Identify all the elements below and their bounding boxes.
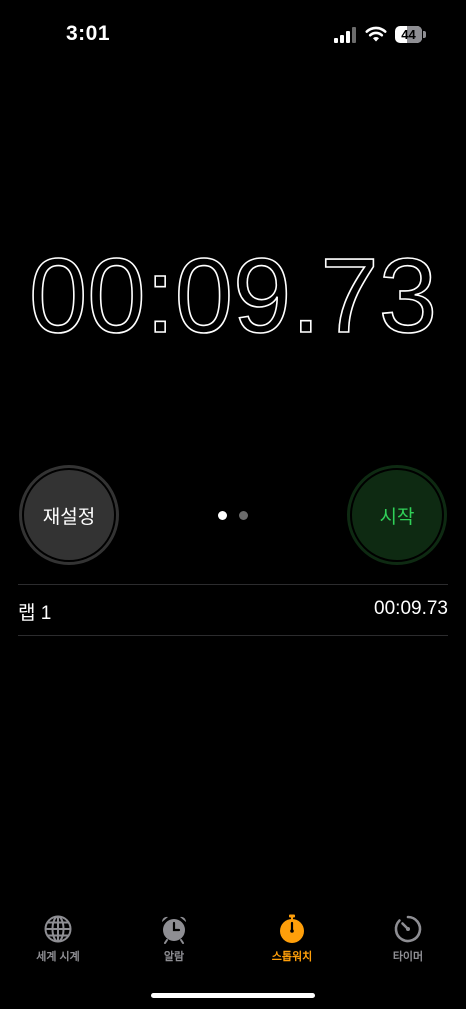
battery-level: 44: [401, 27, 416, 42]
alarm-clock-icon: [161, 916, 187, 944]
tab-stopwatch-label: 스톱워치: [271, 951, 313, 963]
stopwatch-display: 00:09.73: [0, 232, 466, 352]
lap-divider: [18, 635, 448, 636]
cellular-signal-icon: [334, 27, 356, 43]
lap-list: 랩 1 00:09.73: [18, 584, 448, 636]
status-bar: 3:01 44: [0, 0, 466, 70]
start-button-label: 시작: [379, 506, 415, 528]
tab-world-clock[interactable]: 세계 시계: [8, 910, 108, 970]
home-indicator[interactable]: [151, 993, 315, 998]
tab-alarm-label: 알람: [163, 951, 185, 963]
tab-alarm[interactable]: 알람: [124, 910, 224, 970]
status-time: 3:01: [66, 22, 111, 45]
tab-world-clock-label: 세계 시계: [36, 951, 80, 963]
timer-icon: [394, 915, 422, 943]
page-indicator[interactable]: [218, 511, 250, 521]
stopwatch-icon: [280, 914, 304, 943]
tab-timer-label: 타이머: [392, 951, 424, 963]
tab-timer[interactable]: 타이머: [358, 910, 458, 970]
lap-time: 00:09.73: [374, 598, 448, 619]
start-button[interactable]: 시작: [347, 465, 447, 565]
tab-bar: 세계 시계 알람 스톱워치 타이머: [0, 910, 466, 970]
reset-button[interactable]: 재설정: [19, 465, 119, 565]
page-dot-active: [218, 511, 227, 520]
reset-button-label: 재설정: [42, 506, 96, 528]
wifi-icon: [365, 26, 387, 42]
stopwatch-time: 00:09.73: [29, 237, 437, 352]
lap-label: 랩 1: [18, 603, 52, 624]
lap-row: 랩 1 00:09.73: [18, 585, 448, 635]
globe-icon: [44, 915, 72, 943]
page-dot-inactive: [239, 511, 248, 520]
tab-stopwatch[interactable]: 스톱워치: [242, 910, 342, 970]
battery-indicator: 44: [395, 26, 427, 43]
